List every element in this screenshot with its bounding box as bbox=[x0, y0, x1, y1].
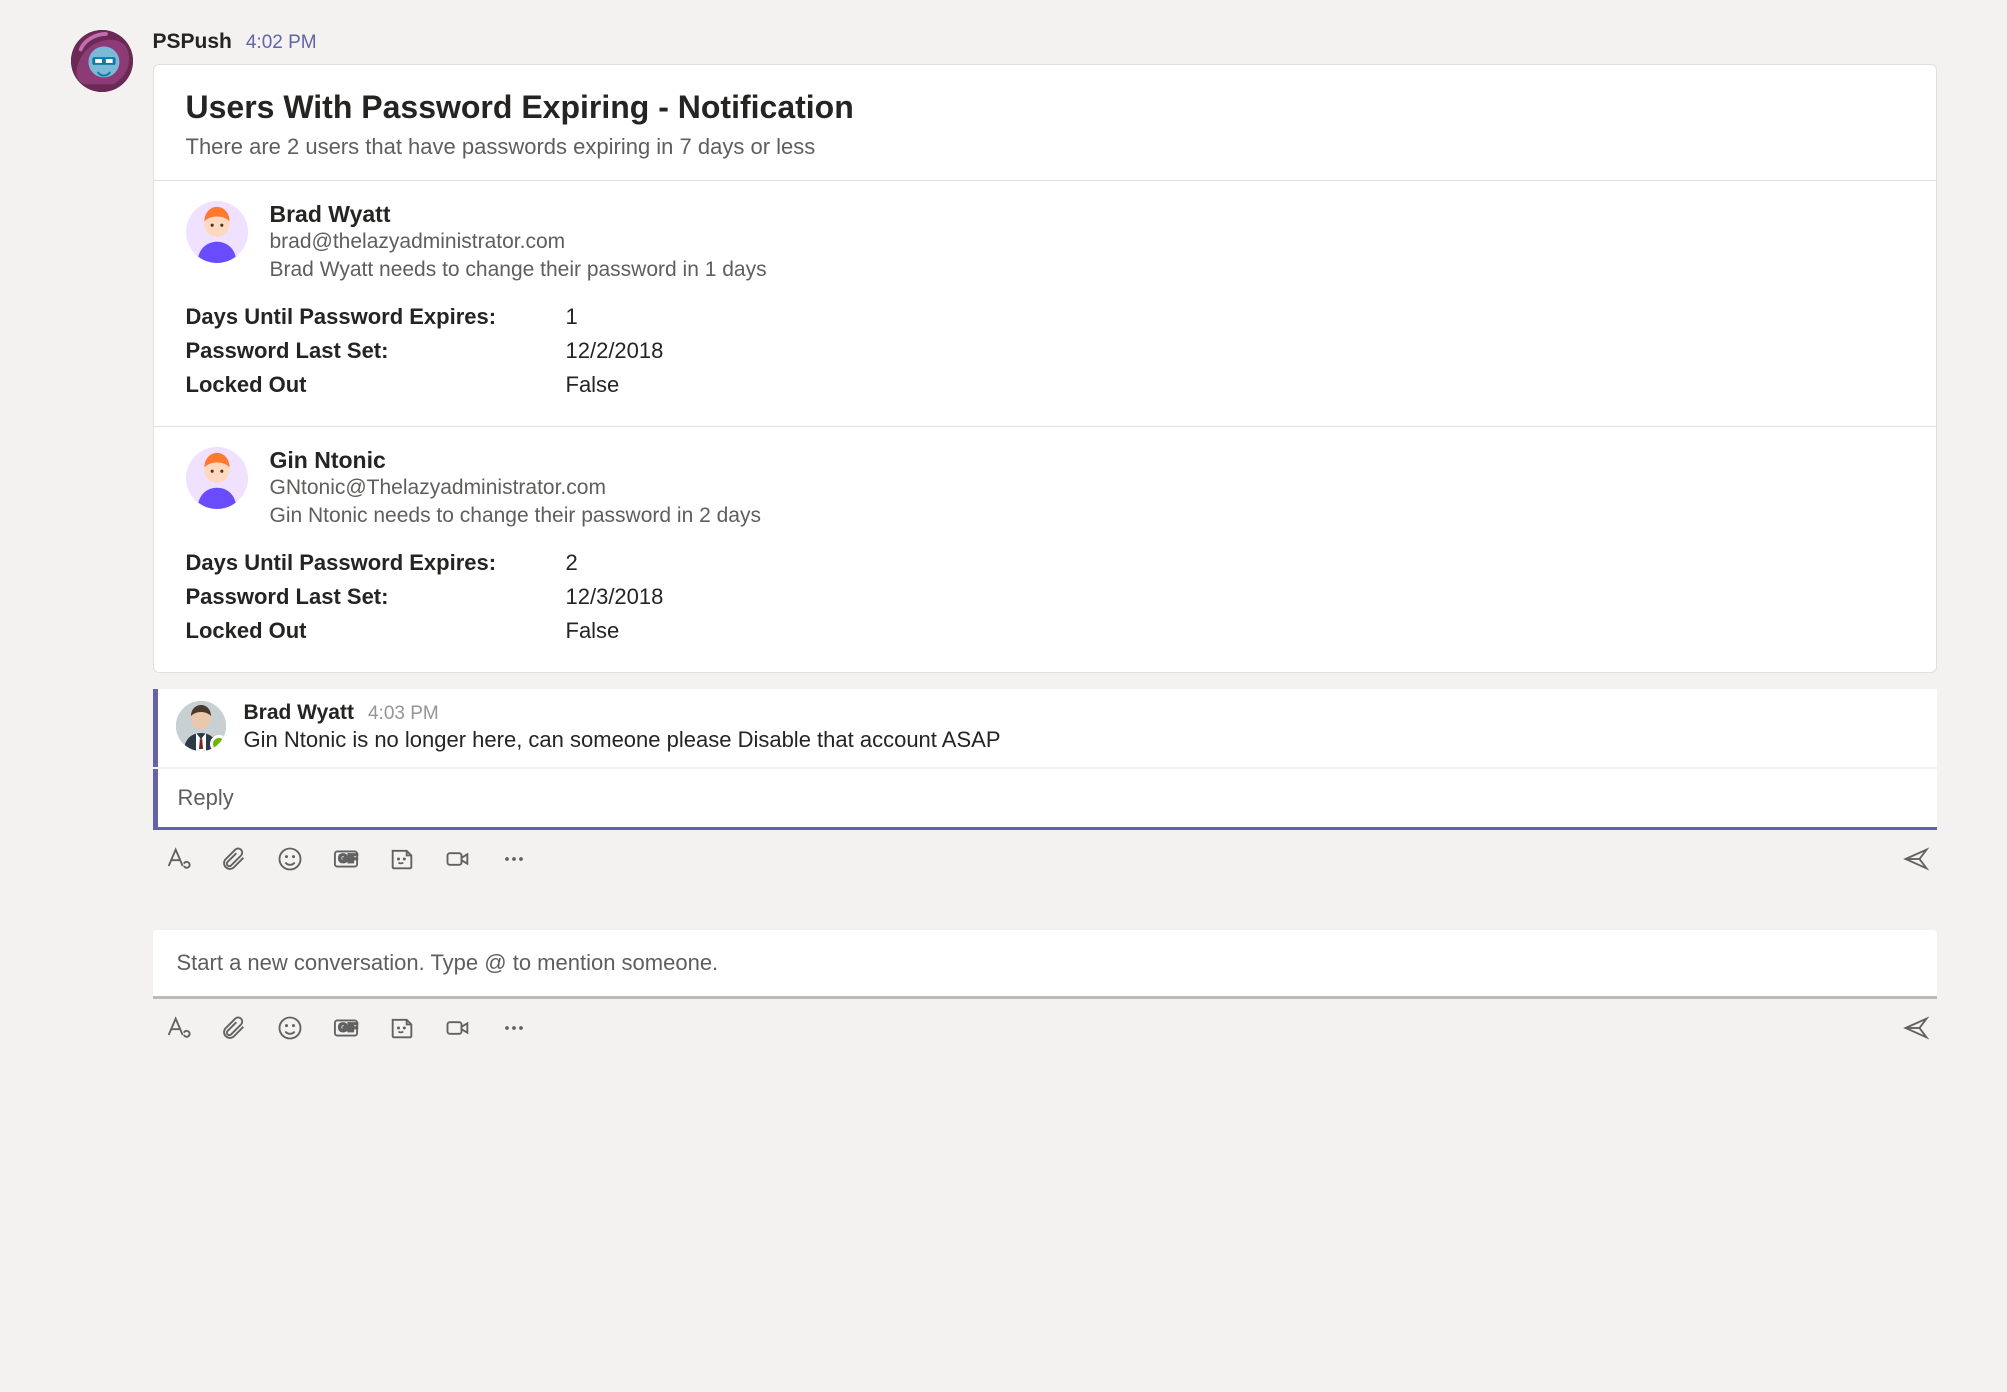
user-avatar bbox=[186, 201, 248, 263]
format-icon[interactable] bbox=[163, 1013, 193, 1043]
card-subtitle: There are 2 users that have passwords ex… bbox=[186, 134, 1904, 160]
fact-label-last-set: Password Last Set: bbox=[186, 338, 566, 364]
gif-icon[interactable]: GIF bbox=[331, 844, 361, 874]
thread: PSPush 4:02 PM Users With Password Expir… bbox=[71, 30, 1937, 673]
message-header: PSPush 4:02 PM bbox=[153, 30, 1937, 54]
fact-set: Days Until Password Expires: 2 Password … bbox=[186, 546, 1904, 648]
meet-now-icon[interactable] bbox=[443, 1013, 473, 1043]
send-icon[interactable] bbox=[1901, 844, 1931, 874]
gif-icon[interactable]: GIF bbox=[331, 1013, 361, 1043]
card-user-section: Gin Ntonic GNtonic@Thelazyadministrator.… bbox=[154, 426, 1936, 672]
fact-label-days: Days Until Password Expires: bbox=[186, 304, 566, 330]
message-author: PSPush bbox=[153, 30, 232, 54]
more-icon[interactable] bbox=[499, 844, 529, 874]
user-avatar bbox=[186, 447, 248, 509]
reply-time: 4:03 PM bbox=[368, 703, 439, 725]
fact-value-last-set: 12/2/2018 bbox=[566, 338, 664, 364]
reply-input[interactable] bbox=[153, 769, 1937, 830]
fact-label-last-set: Password Last Set: bbox=[186, 584, 566, 610]
reply-author: Brad Wyatt bbox=[244, 701, 354, 725]
user-email: brad@thelazyadministrator.com bbox=[270, 230, 767, 254]
user-note: Gin Ntonic needs to change their passwor… bbox=[270, 504, 761, 528]
reply-compose-bar: GIF bbox=[153, 830, 1937, 874]
new-convo-compose-bar: GIF bbox=[153, 999, 1937, 1043]
fact-value-locked: False bbox=[566, 618, 620, 644]
send-icon[interactable] bbox=[1901, 1013, 1931, 1043]
user-email: GNtonic@Thelazyadministrator.com bbox=[270, 476, 761, 500]
emoji-icon[interactable] bbox=[275, 844, 305, 874]
fact-value-days: 1 bbox=[566, 304, 578, 330]
svg-text:GIF: GIF bbox=[338, 1022, 357, 1035]
reply-text: Gin Ntonic is no longer here, can someon… bbox=[244, 727, 1001, 753]
card-user-section: Brad Wyatt brad@thelazyadministrator.com… bbox=[154, 181, 1936, 426]
meet-now-icon[interactable] bbox=[443, 844, 473, 874]
bot-avatar bbox=[71, 30, 133, 92]
fact-value-locked: False bbox=[566, 372, 620, 398]
fact-value-last-set: 12/3/2018 bbox=[566, 584, 664, 610]
presence-available-icon bbox=[210, 735, 226, 751]
user-note: Brad Wyatt needs to change their passwor… bbox=[270, 258, 767, 282]
fact-label-days: Days Until Password Expires: bbox=[186, 550, 566, 576]
new-conversation-input[interactable] bbox=[153, 930, 1937, 999]
adaptive-card: Users With Password Expiring - Notificat… bbox=[153, 64, 1937, 673]
fact-value-days: 2 bbox=[566, 550, 578, 576]
format-icon[interactable] bbox=[163, 844, 193, 874]
sticker-icon[interactable] bbox=[387, 1013, 417, 1043]
attach-icon[interactable] bbox=[219, 844, 249, 874]
fact-label-locked: Locked Out bbox=[186, 618, 566, 644]
emoji-icon[interactable] bbox=[275, 1013, 305, 1043]
card-title: Users With Password Expiring - Notificat… bbox=[186, 89, 1904, 126]
svg-text:GIF: GIF bbox=[338, 853, 357, 866]
reply-message: Brad Wyatt 4:03 PM Gin Ntonic is no long… bbox=[153, 689, 1937, 767]
fact-set: Days Until Password Expires: 1 Password … bbox=[186, 300, 1904, 402]
user-name: Gin Ntonic bbox=[270, 447, 761, 474]
sticker-icon[interactable] bbox=[387, 844, 417, 874]
user-name: Brad Wyatt bbox=[270, 201, 767, 228]
fact-label-locked: Locked Out bbox=[186, 372, 566, 398]
reply-avatar bbox=[176, 701, 226, 751]
attach-icon[interactable] bbox=[219, 1013, 249, 1043]
more-icon[interactable] bbox=[499, 1013, 529, 1043]
message-time: 4:02 PM bbox=[246, 32, 317, 54]
